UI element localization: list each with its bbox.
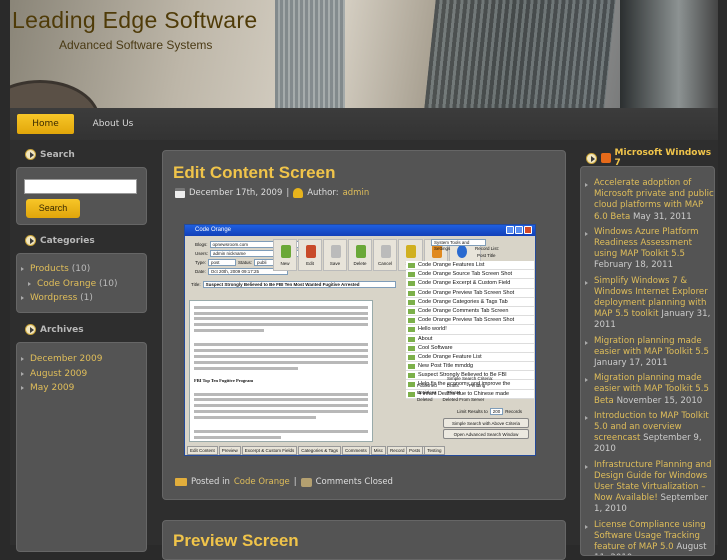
category-link[interactable]: Code Orange <box>234 477 290 487</box>
folder-icon <box>175 478 187 486</box>
rss-date: January 17, 2011 <box>594 358 668 369</box>
building-graphic <box>620 0 718 108</box>
post-screenshot[interactable]: Code Orange Blogs: opnewsroom.com Users: a… <box>184 224 536 456</box>
category-link[interactable]: Code Orange <box>37 279 96 289</box>
search-widget-title: Search <box>25 149 75 160</box>
dome-graphic <box>10 80 100 108</box>
rss-item: Infrastructure Planning and Design Guide… <box>581 460 714 516</box>
search-input[interactable] <box>24 179 137 194</box>
site-title[interactable]: Leading Edge Software <box>12 7 257 34</box>
category-link[interactable]: Wordpress <box>30 293 77 303</box>
rss-item: Migration planning made easier with MAP … <box>581 373 714 407</box>
archive-item: May 2009 <box>17 381 102 396</box>
archives-widget: December 2009 August 2009 May 2009 <box>16 342 147 552</box>
author-link[interactable]: admin <box>343 188 370 198</box>
comments-icon <box>300 477 312 487</box>
archives-widget-title: Archives <box>25 324 84 335</box>
rss-item: License Compliance using Software Usage … <box>581 520 714 555</box>
category-count: (10) <box>71 264 91 274</box>
category-item: Products (10) <box>17 262 118 277</box>
title-field: Suspect Strongly Believed to Be FBI Ten … <box>202 281 396 288</box>
post-title[interactable]: Edit Content Screen <box>173 163 335 183</box>
bullet-icon <box>25 149 36 160</box>
building-graphic <box>275 0 345 108</box>
rss-item: Accelerate adoption of Microsoft private… <box>581 178 714 223</box>
list-tabs[interactable]: Posts Testing <box>406 446 445 455</box>
calendar-icon <box>175 188 185 198</box>
archive-item: December 2009 <box>17 352 102 367</box>
site-tagline: Advanced Software Systems <box>59 38 213 52</box>
rss-link[interactable]: Windows Azure Platform Readiness Assessm… <box>594 227 699 259</box>
window-titlebar: Code Orange <box>185 225 535 236</box>
window-title: Code Orange <box>195 227 232 233</box>
archive-link[interactable]: August 2009 <box>30 369 87 379</box>
rss-widget: Accelerate adoption of Microsoft private… <box>580 166 715 556</box>
close-icon <box>524 226 532 234</box>
comments-status: Comments Closed <box>315 477 393 487</box>
archive-link[interactable]: May 2009 <box>30 383 74 393</box>
posted-in-label: Posted in <box>191 477 230 487</box>
category-item: Wordpress (1) <box>17 291 118 306</box>
widget-title: Categories <box>40 235 95 246</box>
category-count: (10) <box>99 278 118 289</box>
author-icon <box>293 188 304 198</box>
bullet-icon <box>25 235 36 246</box>
rss-item: Introduction to MAP Toolkit 5.0 and an o… <box>581 411 714 456</box>
rss-date: November 15, 2010 <box>616 395 703 406</box>
rss-icon[interactable] <box>600 153 611 163</box>
nav-home[interactable]: Home <box>17 114 74 134</box>
archive-item: August 2009 <box>17 367 102 382</box>
rss-item: Simplify Windows 7 & Windows Internet Ex… <box>581 276 714 332</box>
post: Edit Content Screen December 17th, 2009 … <box>162 150 566 500</box>
category-link[interactable]: Products <box>30 264 69 274</box>
simple-search-button[interactable]: Simple Search with Above Criteria <box>443 418 529 428</box>
post-date: December 17th, 2009 <box>189 188 283 198</box>
author-label: Author: <box>307 188 339 198</box>
widget-title: Archives <box>40 324 84 335</box>
bullet-icon <box>586 152 597 164</box>
separator: | <box>293 477 297 487</box>
rss-date: May 31, 2011 <box>632 211 692 222</box>
rss-date: February 18, 2011 <box>594 260 674 271</box>
widget-title: Search <box>40 149 75 160</box>
post-title[interactable]: Preview Screen <box>173 531 299 551</box>
nav-about-us[interactable]: About Us <box>88 114 138 134</box>
content-editor[interactable]: FBI Top Ten Fugitive Program <box>189 300 373 442</box>
post-footer: Posted in Code Orange | Comments Closed <box>175 477 393 487</box>
rss-item: Windows Azure Platform Readiness Assessm… <box>581 227 714 272</box>
search-button[interactable]: Search <box>26 199 80 218</box>
search-widget: Search <box>16 167 147 225</box>
rss-link[interactable]: Migration planning made easier with MAP … <box>594 336 709 357</box>
header-banner: Leading Edge Software Advanced Software … <box>10 0 718 108</box>
category-item: Code Orange (10) <box>24 277 118 292</box>
type-field: post <box>208 259 237 266</box>
editor-tabs[interactable]: Edit Content Preview Excerpt & Custom Fiel… <box>187 446 442 455</box>
categories-widget: Products (10) Code Orange (10) Wordpress… <box>16 253 147 313</box>
advanced-search-button[interactable]: Open Advanced Search Window <box>443 429 529 439</box>
post-meta: December 17th, 2009 | Author: admin <box>175 188 369 198</box>
rss-widget-title: Microsoft Windows 7 <box>586 148 718 168</box>
post: Preview Screen <box>162 520 566 560</box>
widget-title[interactable]: Microsoft Windows 7 <box>615 148 718 168</box>
categories-widget-title: Categories <box>25 235 95 246</box>
bullet-icon <box>25 324 36 335</box>
page: Leading Edge Software Advanced Software … <box>10 0 718 560</box>
main-nav: Home About Us <box>10 108 718 140</box>
building-graphic <box>424 0 616 108</box>
rss-item: Migration planning made easier with MAP … <box>581 336 714 370</box>
archive-link[interactable]: December 2009 <box>30 354 102 364</box>
separator: | <box>286 188 290 198</box>
category-count: (1) <box>80 293 93 303</box>
